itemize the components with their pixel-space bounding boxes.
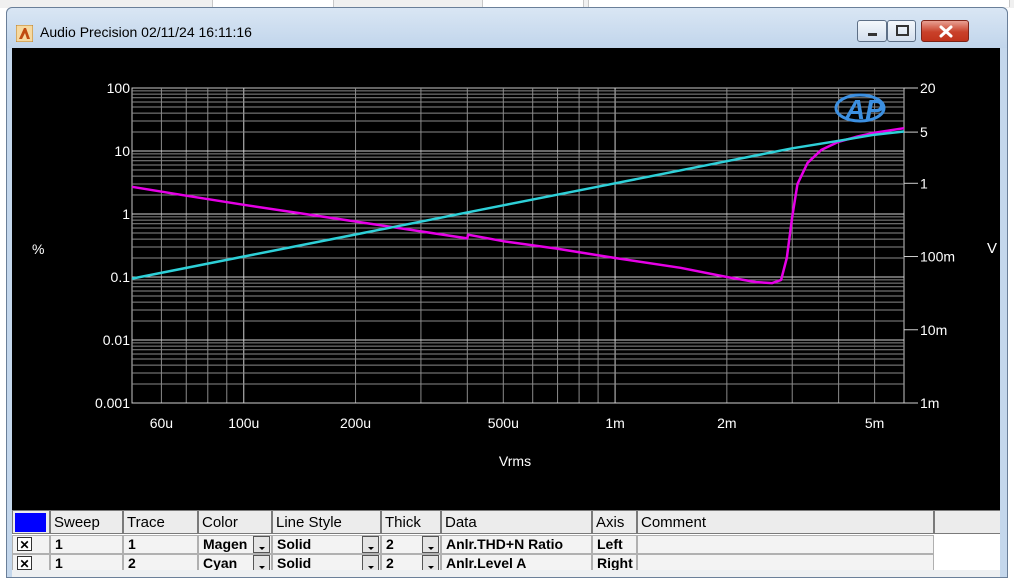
column-header-cell[interactable] bbox=[934, 510, 1001, 534]
cell-thick: 2 bbox=[386, 536, 394, 552]
dropdown-button[interactable] bbox=[362, 536, 379, 553]
left-axis-label: % bbox=[32, 241, 44, 257]
column-header-axis: Axis bbox=[596, 514, 624, 531]
ap-logo-text: AP bbox=[844, 94, 884, 125]
dropdown-button[interactable] bbox=[422, 536, 439, 553]
column-header-trace: Trace bbox=[127, 514, 165, 531]
cell-data: Anlr.Level A bbox=[446, 555, 526, 570]
left-tick-label: 100 bbox=[107, 80, 131, 96]
trace-table[interactable]: Sweep Trace Color Line Style Thick Data Axis Co… bbox=[12, 510, 1000, 570]
cell-thick: 2 bbox=[386, 555, 394, 570]
x-tick-label: 100u bbox=[228, 415, 259, 431]
column-header-data: Data bbox=[445, 514, 477, 531]
right-tick-label: 1m bbox=[920, 395, 939, 411]
right-tick-label: 10m bbox=[920, 322, 947, 338]
left-tick-label: 0.001 bbox=[95, 395, 130, 411]
cell-sweep: 1 bbox=[55, 536, 63, 552]
x-tick-label: 200u bbox=[340, 415, 371, 431]
checkbox-mark-icon: ✕ bbox=[19, 538, 29, 552]
right-tick-label: 5 bbox=[920, 124, 928, 140]
right-tick-label: 1 bbox=[920, 175, 928, 191]
checkbox-mark-icon: ✕ bbox=[19, 557, 29, 570]
right-tick-label: 100m bbox=[920, 249, 955, 265]
right-tick-label: 20 bbox=[920, 80, 936, 96]
left-tick-label: 10 bbox=[114, 143, 130, 159]
x-tick-label: 500u bbox=[488, 415, 519, 431]
select-all-swatch[interactable] bbox=[15, 513, 46, 532]
audio-precision-app-icon bbox=[16, 25, 33, 42]
x-axis-label: Vrms bbox=[499, 453, 531, 469]
cell-color: Cyan bbox=[203, 555, 237, 570]
maximize-button[interactable] bbox=[887, 20, 916, 42]
right-axis-label: V bbox=[987, 240, 997, 257]
column-header-color: Color bbox=[202, 514, 238, 531]
cell-axis: Left bbox=[597, 536, 623, 552]
ap-logo-watermark: AP bbox=[834, 93, 886, 125]
x-tick-label: 2m bbox=[717, 415, 736, 431]
x-tick-label: 1m bbox=[605, 415, 624, 431]
table-cell[interactable] bbox=[637, 554, 934, 571]
cell-line-style: Solid bbox=[277, 536, 311, 552]
left-tick-label: 0.01 bbox=[103, 332, 130, 348]
close-button[interactable] bbox=[921, 20, 969, 42]
minimize-button[interactable] bbox=[857, 20, 887, 42]
graph-panel[interactable]: AP 60u 100u 200u 500u 1m 2m 5m 100 10 1 0.1 0.01 0.0… bbox=[12, 48, 1000, 510]
column-header-sweep: Sweep bbox=[54, 514, 100, 531]
cell-line-style: Solid bbox=[277, 555, 311, 570]
status-bar bbox=[12, 570, 1000, 577]
dropdown-button[interactable] bbox=[253, 536, 270, 553]
column-header-comment: Comment bbox=[641, 514, 707, 531]
title-bar[interactable]: Audio Precision 02/11/24 16:11:16 bbox=[7, 8, 1007, 48]
column-header-thick: Thick bbox=[385, 514, 421, 531]
table-cell[interactable] bbox=[637, 535, 934, 554]
close-icon bbox=[939, 25, 953, 38]
x-tick-label: 5m bbox=[865, 415, 884, 431]
chart-tick-labels: 60u 100u 200u 500u 1m 2m 5m 100 10 1 0.1 0.01 0.001 2… bbox=[95, 80, 955, 431]
cell-trace: 1 bbox=[128, 536, 136, 552]
left-tick-label: 1 bbox=[122, 206, 130, 222]
app-window: Audio Precision 02/11/24 16:11:16 AP 60u… bbox=[6, 7, 1008, 578]
x-tick-label: 60u bbox=[150, 415, 173, 431]
thd-level-chart[interactable]: AP 60u 100u 200u 500u 1m 2m 5m 100 10 1 0.1 0.01 0.0… bbox=[12, 48, 1000, 510]
left-tick-label: 0.1 bbox=[111, 269, 131, 285]
minimize-icon bbox=[868, 33, 877, 36]
cell-sweep: 1 bbox=[55, 555, 63, 570]
window-title: Audio Precision 02/11/24 16:11:16 bbox=[40, 24, 252, 40]
trace-settings-grid[interactable]: Sweep Trace Color Line Style Thick Data Axis Co… bbox=[12, 510, 1000, 570]
maximize-icon bbox=[896, 25, 909, 36]
cell-trace: 2 bbox=[128, 555, 136, 570]
cell-color: Magen bbox=[203, 536, 247, 552]
cell-axis: Right bbox=[597, 555, 633, 570]
cell-data: Anlr.THD+N Ratio bbox=[446, 536, 563, 552]
column-header-line-style: Line Style bbox=[276, 514, 342, 531]
